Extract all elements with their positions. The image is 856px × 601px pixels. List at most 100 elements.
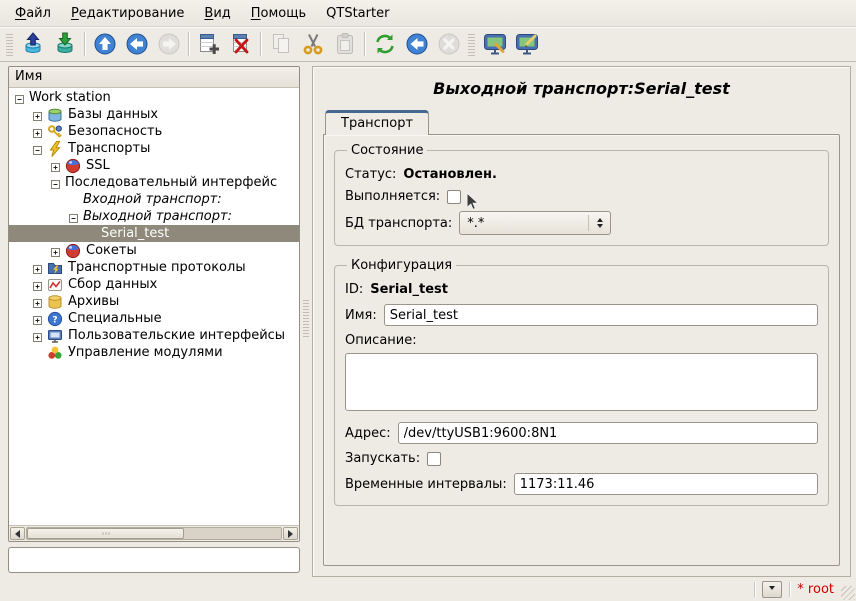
item-delete-icon [229, 32, 253, 56]
scroll-right-button[interactable] [283, 527, 298, 540]
expand-icon[interactable] [33, 314, 42, 323]
tree-item[interactable]: Сбор данных [9, 276, 299, 293]
running-checkbox[interactable] [447, 190, 461, 204]
timings-input[interactable] [514, 473, 818, 495]
tree-item-label: Входной транспорт: [83, 192, 222, 207]
statusbar-dropdown-button[interactable] [762, 581, 782, 598]
transport-db-value: *.* [467, 216, 484, 231]
tree-item-label: Базы данных [68, 107, 158, 122]
tree-item[interactable]: Архивы [9, 293, 299, 310]
expand-icon[interactable] [51, 161, 60, 170]
toolbar-handle-icon[interactable] [468, 32, 475, 56]
tree-ui-icon [47, 328, 63, 344]
running-label: Выполняется: [345, 189, 440, 204]
collapse-icon[interactable] [69, 212, 78, 221]
tab-content: Состояние Статус: Остановлен. Выполняетс… [323, 134, 840, 566]
name-input[interactable] [384, 304, 818, 326]
save-to-db-button[interactable] [49, 29, 80, 59]
tab-transport[interactable]: Транспорт [325, 110, 429, 135]
svg-text:?: ? [52, 315, 57, 325]
tree-item[interactable]: Входной транспорт: [9, 191, 299, 208]
tree-item[interactable]: Выходной транспорт: [9, 208, 299, 225]
tree-item[interactable]: Work station [9, 89, 299, 106]
menu-file[interactable]: Файл [5, 2, 61, 25]
collapse-icon[interactable] [33, 144, 42, 153]
tree-item-label: Выходной транспорт: [83, 209, 232, 224]
delete-item-button[interactable] [225, 29, 256, 59]
collapse-icon[interactable] [15, 93, 24, 102]
start-icon [405, 32, 429, 56]
address-input[interactable] [398, 422, 818, 444]
back-button[interactable] [121, 29, 152, 59]
tree-item-label: Сокеты [86, 243, 137, 258]
tree-filter [8, 547, 300, 573]
tree-item-label: Serial_test [101, 226, 169, 241]
tree-item-label: Архивы [68, 294, 119, 309]
cut-button[interactable] [297, 29, 328, 59]
statusbar-separator [789, 582, 790, 597]
expand-icon[interactable] [33, 280, 42, 289]
load-from-db-button[interactable] [17, 29, 48, 59]
forward-button [153, 29, 184, 59]
tree-item[interactable]: Транспортные протоколы [9, 259, 299, 276]
toolbar-handle-icon[interactable] [6, 32, 13, 56]
tree-column-header[interactable]: Имя [9, 67, 299, 88]
tree-item[interactable]: SSL [9, 157, 299, 174]
transport-db-label: БД транспорта: [345, 216, 452, 231]
tree-filter-input[interactable] [8, 547, 300, 573]
expand-icon[interactable] [33, 331, 42, 340]
tree-item-label: Work station [29, 90, 111, 105]
menu-qtstarter[interactable]: QTStarter [316, 2, 399, 25]
statusbar-separator [754, 582, 755, 597]
up-level-button[interactable] [89, 29, 120, 59]
expand-icon[interactable] [33, 263, 42, 272]
tree-horizontal-scrollbar[interactable] [9, 525, 299, 541]
expand-icon[interactable] [51, 246, 60, 255]
tree-item-label: Безопасность [68, 124, 162, 139]
scroll-left-button[interactable] [10, 527, 25, 540]
qtstarter-vision-button[interactable] [511, 29, 542, 59]
tree-connector [33, 348, 42, 357]
scrollbar-track[interactable] [26, 527, 282, 540]
tree-item[interactable]: Безопасность [9, 123, 299, 140]
config-panel: Выходной транспорт:Serial_test Транспорт… [312, 66, 851, 577]
expand-icon[interactable] [33, 110, 42, 119]
menubar: ФайлРедактированиеВидПомощьQTStarter [0, 0, 856, 27]
collapse-icon[interactable] [51, 178, 60, 187]
transport-db-combobox[interactable]: *.* [459, 211, 611, 235]
qtstarter-config-button[interactable] [479, 29, 510, 59]
menu-view[interactable]: Вид [194, 2, 240, 25]
qtstarter-icon [483, 32, 507, 56]
start-update-button[interactable] [401, 29, 432, 59]
tree-item-label: Сбор данных [68, 277, 157, 292]
toolbar-separator [188, 32, 189, 56]
tree-item[interactable]: Управление модулями [9, 344, 299, 361]
stop-icon [437, 32, 461, 56]
tree-item[interactable]: Последовательный интерфейс [9, 174, 299, 191]
tree-item[interactable]: Сокеты [9, 242, 299, 259]
resize-grip-icon[interactable] [841, 586, 855, 600]
current-user-label[interactable]: * root [797, 582, 834, 597]
add-item-button[interactable] [193, 29, 224, 59]
tree-item[interactable]: Serial_test [9, 225, 299, 242]
expand-icon[interactable] [33, 127, 42, 136]
main-area: Имя Work stationБазы данныхБезопасностьТ… [0, 63, 856, 577]
to-start-checkbox[interactable] [427, 452, 441, 466]
cut-icon [301, 32, 325, 56]
expand-icon[interactable] [33, 297, 42, 306]
tree-daq-icon [47, 277, 63, 293]
tree-item[interactable]: ?Специальные [9, 310, 299, 327]
splitter[interactable] [300, 66, 312, 573]
description-textarea[interactable] [345, 353, 818, 411]
statusbar: * root [0, 577, 856, 601]
scrollbar-thumb[interactable] [27, 528, 184, 539]
refresh-button[interactable] [369, 29, 400, 59]
tree-item[interactable]: Базы данных [9, 106, 299, 123]
paste-button [329, 29, 360, 59]
tree-item[interactable]: Пользовательские интерфейсы [9, 327, 299, 344]
tree-sphere-icon [65, 243, 81, 259]
tree-protocol-icon [47, 260, 63, 276]
menu-help[interactable]: Помощь [241, 2, 316, 25]
menu-edit[interactable]: Редактирование [61, 2, 194, 25]
tree-item[interactable]: Транспорты [9, 140, 299, 157]
